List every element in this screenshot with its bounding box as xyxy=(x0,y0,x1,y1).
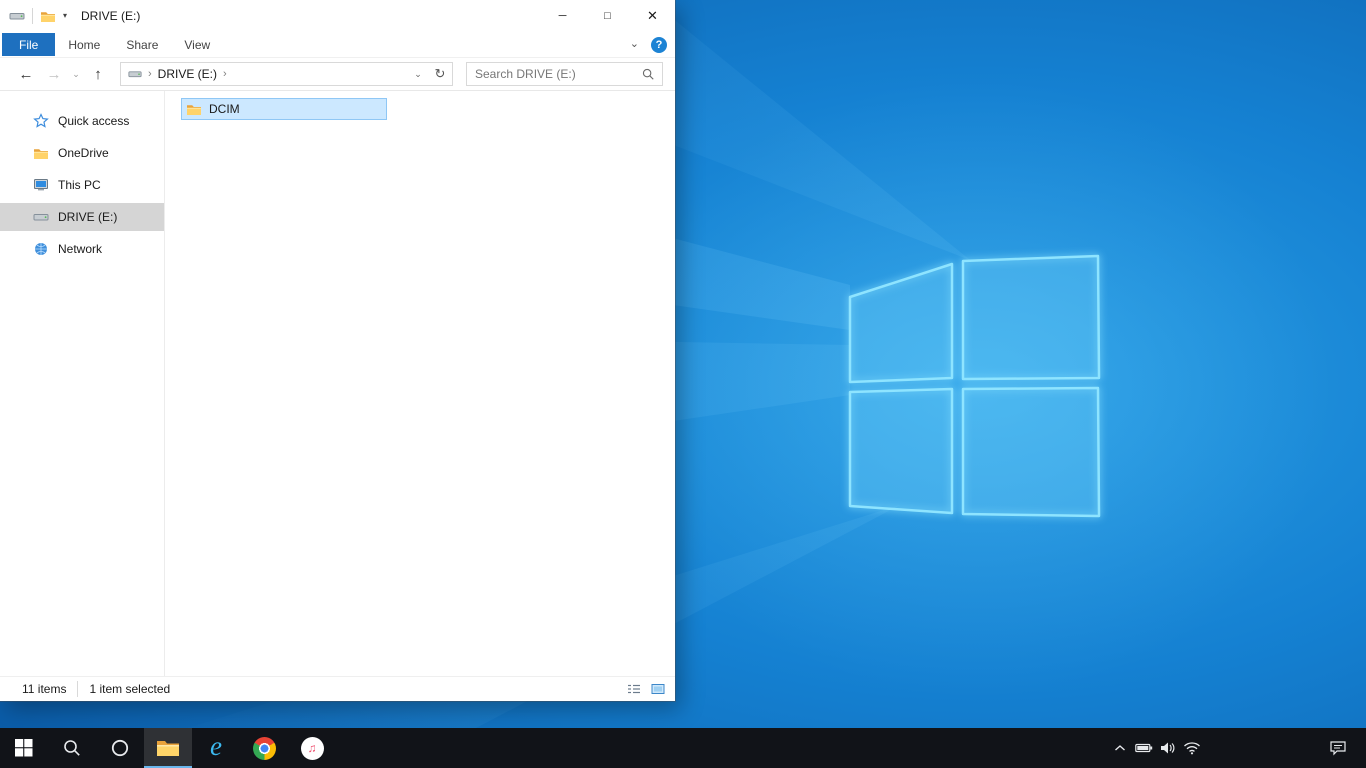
tab-share[interactable]: Share xyxy=(113,33,171,56)
folder-icon xyxy=(186,103,202,116)
taskbar-internet-explorer-button[interactable]: e xyxy=(192,728,240,768)
minimize-button[interactable]: ─ xyxy=(540,0,585,32)
sidebar-item-label: Quick access xyxy=(58,114,130,128)
details-view-button[interactable] xyxy=(623,679,645,699)
address-bar[interactable]: › DRIVE (E:) › ⌄ ↻ xyxy=(120,62,453,86)
back-button[interactable]: ← xyxy=(13,61,39,87)
navigation-bar: ← → ⌄ ↑ › DRIVE (E:) › ⌄ ↻ xyxy=(0,58,675,91)
titlebar: ▾ DRIVE (E:) ─ □ ✕ xyxy=(0,0,675,32)
windows-logo-icon xyxy=(15,739,33,757)
breadcrumb-separator[interactable]: › xyxy=(223,68,227,80)
files-area[interactable]: DCIM xyxy=(165,91,675,676)
navigation-pane: Quick access OneDrive This PC DRIVE (E:)… xyxy=(0,91,165,676)
large-icons-view-icon xyxy=(651,683,665,695)
breadcrumb-separator: › xyxy=(148,68,152,80)
taskbar: e ♫ xyxy=(0,728,1366,768)
quick-access-toolbar: ▾ xyxy=(0,8,67,24)
cortana-button[interactable] xyxy=(96,728,144,768)
up-button[interactable]: ↑ xyxy=(85,61,111,87)
action-center-icon xyxy=(1329,740,1347,756)
window-drive-icon xyxy=(9,8,25,24)
qat-folder-icon[interactable] xyxy=(40,10,56,23)
ribbon-tab-bar: File Home Share View ⌄ ? xyxy=(0,32,675,58)
window-title: DRIVE (E:) xyxy=(81,9,141,23)
tab-view[interactable]: View xyxy=(171,33,223,56)
sidebar-item-label: This PC xyxy=(58,178,101,192)
taskbar-chrome-button[interactable] xyxy=(240,728,288,768)
chrome-icon xyxy=(252,736,276,760)
sidebar-item-drive-e[interactable]: DRIVE (E:) xyxy=(0,203,164,231)
sidebar-item-label: DRIVE (E:) xyxy=(58,210,118,224)
file-item-dcim[interactable]: DCIM xyxy=(181,98,387,120)
expand-ribbon-icon[interactable]: ⌄ xyxy=(630,39,639,50)
start-button[interactable] xyxy=(0,728,48,768)
volume-button[interactable] xyxy=(1156,728,1180,768)
hidden-icons-button[interactable] xyxy=(1108,728,1132,768)
sidebar-item-quick-access[interactable]: Quick access xyxy=(0,107,164,135)
recent-locations-icon[interactable]: ⌄ xyxy=(69,69,83,80)
sidebar-item-this-pc[interactable]: This PC xyxy=(0,171,164,199)
sidebar-item-network[interactable]: Network xyxy=(0,235,164,263)
taskbar-search-button[interactable] xyxy=(48,728,96,768)
items-count: 11 items xyxy=(22,682,67,696)
quick-access-star-icon xyxy=(33,113,49,129)
address-dropdown-icon[interactable]: ⌄ xyxy=(408,63,428,85)
separator xyxy=(32,8,33,24)
sidebar-item-label: Network xyxy=(58,242,103,256)
file-name: DCIM xyxy=(209,102,240,116)
cortana-circle-icon xyxy=(110,738,130,758)
network-icon xyxy=(33,241,49,257)
this-pc-icon xyxy=(33,177,49,193)
search-icon xyxy=(62,738,82,758)
action-center-button[interactable] xyxy=(1316,728,1360,768)
file-explorer-window: ▾ DRIVE (E:) ─ □ ✕ File Home Share View … xyxy=(0,0,675,701)
onedrive-icon xyxy=(33,147,49,160)
selection-count: 1 item selected xyxy=(89,682,171,696)
search-box[interactable] xyxy=(466,62,663,86)
large-icons-view-button[interactable] xyxy=(647,679,669,699)
internet-explorer-icon: e xyxy=(210,730,222,761)
status-bar: 11 items 1 item selected xyxy=(0,676,675,701)
file-explorer-icon xyxy=(156,738,180,758)
wifi-icon xyxy=(1183,741,1201,755)
sidebar-item-label: OneDrive xyxy=(58,146,109,160)
system-tray xyxy=(1108,728,1366,768)
forward-button[interactable]: → xyxy=(41,61,67,87)
close-button[interactable]: ✕ xyxy=(630,0,675,32)
search-icon[interactable] xyxy=(641,67,655,81)
volume-icon xyxy=(1159,741,1177,755)
help-icon[interactable]: ? xyxy=(651,36,667,53)
search-input[interactable] xyxy=(467,63,641,85)
battery-icon xyxy=(1135,743,1153,753)
music-note-icon: ♫ xyxy=(307,741,317,755)
breadcrumb-drive[interactable]: DRIVE (E:) xyxy=(158,67,217,81)
battery-button[interactable] xyxy=(1132,728,1156,768)
chevron-up-icon xyxy=(1114,744,1126,752)
network-button[interactable] xyxy=(1180,728,1204,768)
itunes-icon: ♫ xyxy=(300,736,324,760)
taskbar-file-explorer-button[interactable] xyxy=(144,728,192,768)
separator xyxy=(77,681,79,697)
sidebar-item-onedrive[interactable]: OneDrive xyxy=(0,139,164,167)
qat-customize-icon[interactable]: ▾ xyxy=(63,12,67,20)
details-view-icon xyxy=(627,683,641,695)
tab-home[interactable]: Home xyxy=(55,33,113,56)
refresh-icon[interactable]: ↻ xyxy=(428,63,452,85)
drive-icon xyxy=(33,209,49,225)
tab-file[interactable]: File xyxy=(2,33,56,56)
window-controls: ─ □ ✕ xyxy=(540,0,675,32)
taskbar-itunes-button[interactable]: ♫ xyxy=(288,728,336,768)
address-drive-icon xyxy=(128,67,142,81)
maximize-button[interactable]: □ xyxy=(585,0,630,32)
